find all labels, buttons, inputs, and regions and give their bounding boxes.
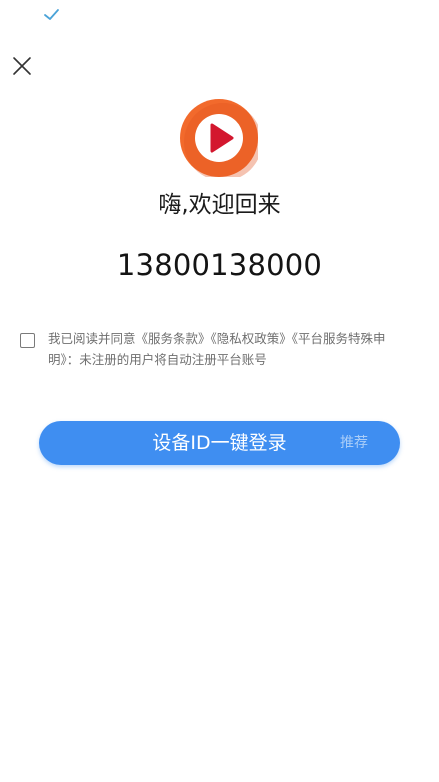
- agreement-row: 我已阅读并同意《服务条款》《隐私权政策》《平台服务特殊申明》：未注册的用户将自动…: [19, 328, 419, 374]
- login-screen: 嗨,欢迎回来 13800138000 我已阅读并同意《服务条款》《隐私权政策》《…: [0, 0, 439, 782]
- agreement-text[interactable]: 我已阅读并同意《服务条款》《隐私权政策》《平台服务特殊申明》：未注册的用户将自动…: [48, 328, 393, 370]
- phone-number: 13800138000: [116, 248, 323, 282]
- greeting-text: 嗨,欢迎回来: [158, 192, 281, 218]
- close-button[interactable]: [8, 52, 36, 80]
- device-id-login-button[interactable]: 设备ID一键登录 推荐: [39, 421, 400, 465]
- recommend-tag: 推荐: [340, 435, 368, 451]
- check-icon: [44, 9, 59, 20]
- agreement-checkbox[interactable]: [20, 333, 35, 348]
- close-icon: [13, 57, 31, 75]
- app-logo: [180, 99, 258, 177]
